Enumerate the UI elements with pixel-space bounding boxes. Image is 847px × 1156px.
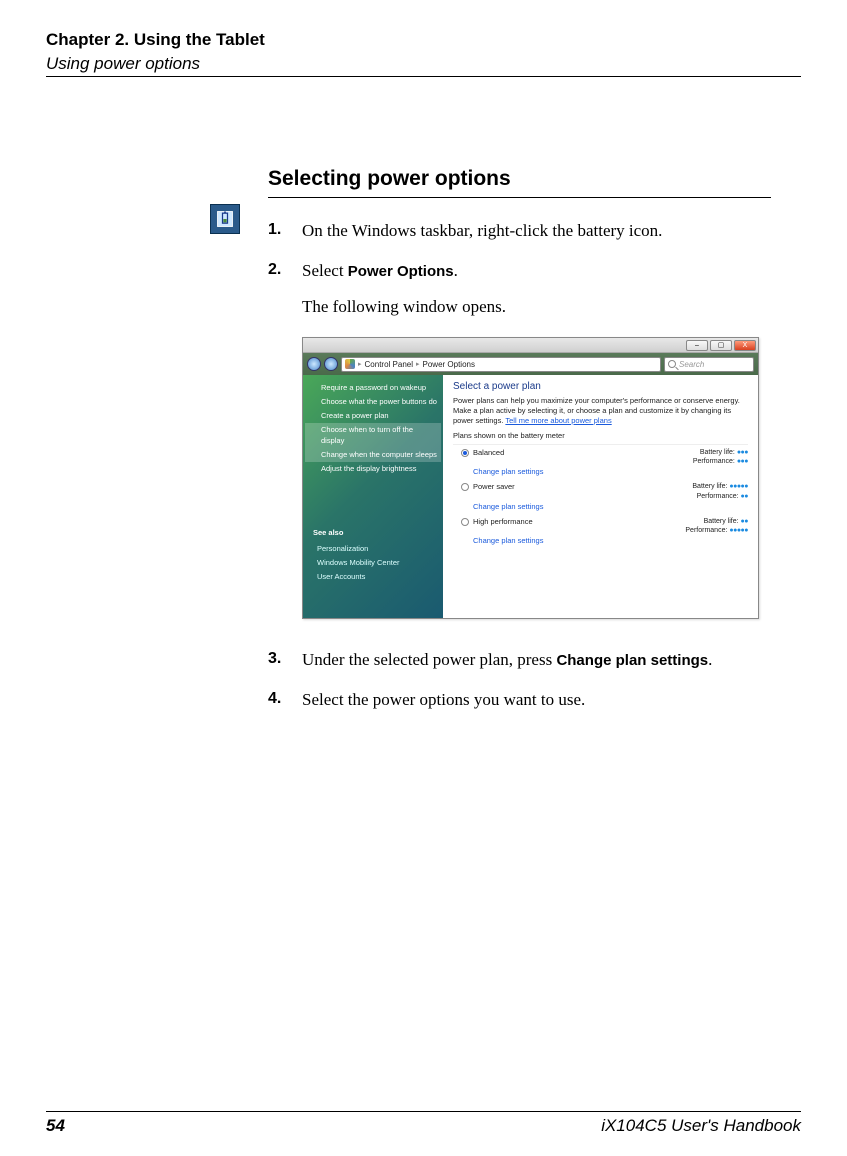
battery-gauge-icon	[215, 209, 235, 229]
plan-metrics: Battery life: ●●Performance: ●●●●●	[685, 517, 748, 535]
power-options-window: – ▢ X ▸ Control Panel ▸ Power Options Se…	[302, 337, 759, 619]
change-plan-settings-link[interactable]: Change plan settings	[473, 536, 748, 545]
step-pre: Under the selected power plan, press	[302, 650, 556, 669]
power-options-aside-icon	[210, 204, 240, 234]
plan-radio[interactable]	[461, 449, 469, 457]
pane-title: Select a power plan	[453, 381, 748, 392]
forward-button[interactable]	[324, 357, 338, 371]
plan-name[interactable]: High performance	[473, 517, 533, 526]
sidebar-task-link[interactable]: Choose what the power buttons do	[305, 395, 441, 409]
breadcrumb-control-panel[interactable]: Control Panel	[365, 360, 413, 369]
power-plan-row: Power saver Battery life: ●●●●●Performanc…	[461, 482, 748, 500]
followup-text: The following window opens.	[302, 297, 771, 317]
step-number: 4.	[268, 687, 302, 713]
plan-radio[interactable]	[461, 483, 469, 491]
step-1: 1. On the Windows taskbar, right-click t…	[268, 218, 771, 244]
minimize-button[interactable]: –	[686, 340, 708, 351]
step-text: On the Windows taskbar, right-click the …	[302, 218, 771, 244]
change-plan-settings-link[interactable]: Change plan settings	[473, 502, 748, 511]
step-post: .	[708, 650, 712, 669]
sidebar-task-link[interactable]: Require a password on wakeup	[305, 381, 441, 395]
tell-me-more-link[interactable]: Tell me more about power plans	[505, 416, 611, 425]
sidebar-task-link[interactable]: Choose when to turn off the display	[305, 423, 441, 447]
back-button[interactable]	[307, 357, 321, 371]
step-number: 3.	[268, 647, 302, 673]
plans-subtitle: Plans shown on the battery meter	[453, 431, 748, 440]
power-plan-row: High performance Battery life: ●●Performa…	[461, 517, 748, 535]
tasks-sidebar: Require a password on wakeupChoose what …	[303, 375, 443, 618]
ui-term-power-options: Power Options	[348, 263, 454, 280]
see-also-link[interactable]: Windows Mobility Center	[309, 556, 437, 570]
see-also-link[interactable]: User Accounts	[309, 570, 437, 584]
step-number: 1.	[268, 218, 302, 244]
sidebar-task-link[interactable]: Adjust the display brightness	[305, 462, 441, 476]
address-bar-row: ▸ Control Panel ▸ Power Options Search	[303, 353, 758, 375]
heading-selecting-power-options: Selecting power options	[268, 167, 771, 198]
sidebar-task-link[interactable]: Change when the computer sleeps	[305, 448, 441, 462]
maximize-button[interactable]: ▢	[710, 340, 732, 351]
search-input[interactable]: Search	[664, 357, 754, 372]
window-titlebar: – ▢ X	[303, 338, 758, 353]
control-panel-icon	[345, 359, 355, 369]
plan-radio[interactable]	[461, 518, 469, 526]
search-icon	[668, 360, 676, 368]
chevron-right-icon: ▸	[358, 360, 362, 368]
ui-term-change-plan-settings: Change plan settings	[556, 652, 708, 669]
divider	[453, 444, 748, 445]
step-3: 3. Under the selected power plan, press …	[268, 647, 771, 673]
chevron-right-icon: ▸	[416, 360, 420, 368]
chapter-title: Chapter 2. Using the Tablet	[46, 30, 801, 50]
see-also-section: See also PersonalizationWindows Mobility…	[305, 526, 441, 587]
plan-name[interactable]: Power saver	[473, 482, 515, 491]
step-text: Select Power Options.	[302, 258, 771, 284]
main-pane: Select a power plan Power plans can help…	[443, 375, 758, 618]
see-also-link[interactable]: Personalization	[309, 542, 437, 556]
pane-description: Power plans can help you maximize your c…	[453, 396, 748, 425]
plan-metrics: Battery life: ●●●Performance: ●●●	[693, 448, 748, 466]
close-button[interactable]: X	[734, 340, 756, 351]
footer-rule	[46, 1111, 801, 1112]
breadcrumb-power-options[interactable]: Power Options	[423, 360, 475, 369]
breadcrumb-bar[interactable]: ▸ Control Panel ▸ Power Options	[341, 357, 661, 372]
step-post: .	[454, 261, 458, 280]
step-2: 2. Select Power Options.	[268, 258, 771, 284]
book-title: iX104C5 User's Handbook	[601, 1116, 801, 1136]
header-rule	[46, 76, 801, 77]
step-pre: Select	[302, 261, 348, 280]
step-text: Select the power options you want to use…	[302, 687, 771, 713]
page-number: 54	[46, 1116, 65, 1136]
search-placeholder: Search	[679, 360, 704, 369]
power-plan-row: Balanced Battery life: ●●●Performance: ●●…	[461, 448, 748, 466]
plan-metrics: Battery life: ●●●●●Performance: ●●	[692, 482, 748, 500]
section-subtitle: Using power options	[46, 54, 801, 74]
sidebar-task-link[interactable]: Create a power plan	[305, 409, 441, 423]
see-also-heading: See also	[309, 528, 437, 538]
change-plan-settings-link[interactable]: Change plan settings	[473, 467, 748, 476]
plan-name[interactable]: Balanced	[473, 448, 504, 457]
step-4: 4. Select the power options you want to …	[268, 687, 771, 713]
step-text: Under the selected power plan, press Cha…	[302, 647, 771, 673]
step-number: 2.	[268, 258, 302, 284]
